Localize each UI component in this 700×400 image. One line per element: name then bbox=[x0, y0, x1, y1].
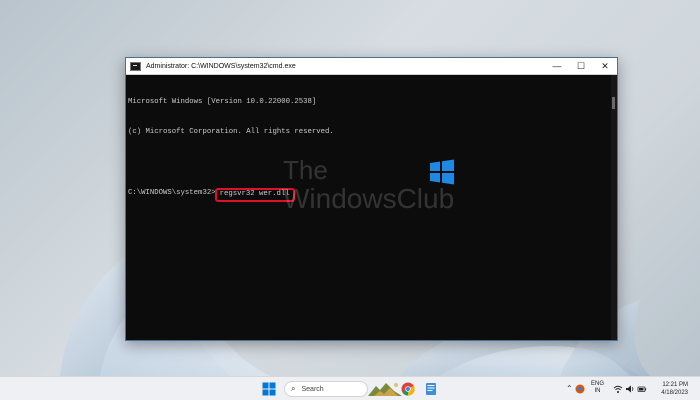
scrollbar-thumb[interactable] bbox=[612, 97, 615, 109]
maximize-button[interactable]: ☐ bbox=[569, 58, 593, 75]
title-bar[interactable]: Administrator: C:\WINDOWS\system32\cmd.e… bbox=[126, 58, 617, 75]
console-line: (c) Microsoft Corporation. All rights re… bbox=[128, 128, 334, 136]
battery-icon[interactable] bbox=[637, 384, 647, 394]
chrome-icon[interactable] bbox=[401, 382, 415, 396]
taskbar: ⌕ Search ⌃ ENG IN 12:21 PM 4/18/2023 bbox=[0, 376, 700, 400]
cmd-app-icon bbox=[130, 61, 141, 71]
console-scrollbar[interactable] bbox=[611, 75, 617, 340]
language-indicator[interactable]: ENG IN bbox=[591, 381, 604, 395]
search-icon: ⌕ bbox=[291, 384, 296, 393]
tray-app-icon[interactable] bbox=[575, 384, 585, 394]
console-prompt: C:\WINDOWS\system32> bbox=[128, 189, 216, 197]
language-code: ENG bbox=[591, 381, 605, 387]
watermark: The WindowsClub bbox=[283, 156, 463, 216]
taskbar-clock[interactable]: 12:21 PM 4/18/2023 bbox=[648, 381, 688, 397]
close-button[interactable]: ✕ bbox=[593, 58, 617, 75]
windows-start-icon[interactable] bbox=[262, 382, 276, 396]
wifi-icon[interactable] bbox=[613, 384, 623, 394]
chevron-up-icon[interactable]: ⌃ bbox=[566, 384, 573, 393]
search-label: Search bbox=[301, 385, 324, 393]
speaker-icon[interactable] bbox=[625, 384, 635, 394]
minimize-button[interactable]: — bbox=[545, 58, 569, 75]
watermark-line2: WindowsClub bbox=[283, 183, 455, 214]
region-code: IN bbox=[594, 388, 601, 394]
taskbar-search-box[interactable]: ⌕ Search bbox=[284, 381, 368, 397]
window-title: Administrator: C:\WINDOWS\system32\cmd.e… bbox=[146, 62, 296, 70]
search-highlight-illustration-icon bbox=[368, 383, 402, 396]
notepad-icon[interactable] bbox=[424, 382, 438, 396]
clock-date: 4/18/2023 bbox=[661, 390, 688, 396]
watermark-logo-icon bbox=[430, 159, 454, 185]
console-line: Microsoft Windows [Version 10.0.22000.25… bbox=[128, 98, 317, 106]
clock-time: 12:21 PM bbox=[662, 382, 688, 388]
